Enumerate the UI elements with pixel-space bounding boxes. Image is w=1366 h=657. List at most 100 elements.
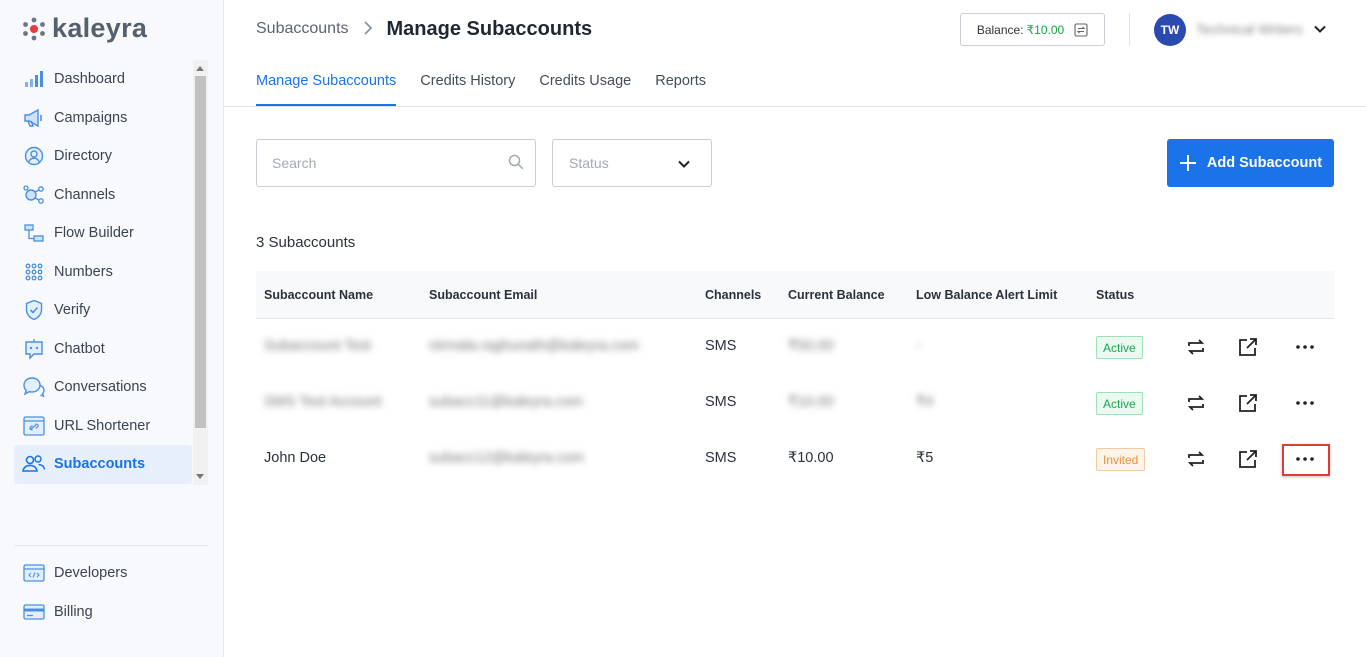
column-header: Subaccount Email: [429, 288, 538, 302]
status-badge: Invited: [1096, 448, 1146, 471]
chevron-down-icon[interactable]: [1312, 21, 1328, 42]
sidebar-item-developers[interactable]: Developers: [14, 554, 192, 593]
dial-pad-icon: [22, 260, 46, 284]
subaccount-email: subacc12@kaleyra.com: [429, 450, 584, 466]
sidebar-item-label: Subaccounts: [54, 456, 146, 473]
column-header: Low Balance Alert Limit: [916, 288, 1058, 302]
table-row[interactable]: Subaccount Test nirmala.raghunath@kaleyr…: [256, 319, 1334, 375]
tab-bar: Manage Subaccounts Credits History Credi…: [256, 66, 730, 106]
tabs-divider: [224, 106, 1366, 107]
sidebar-item-verify[interactable]: Verify: [14, 291, 192, 330]
sidebar-item-channels[interactable]: Channels: [14, 176, 192, 215]
add-subaccount-label: Add Subaccount: [1206, 155, 1323, 171]
low-balance-limit: ₹4: [916, 394, 934, 410]
transfer-credits-icon[interactable]: [1183, 335, 1209, 359]
avatar[interactable]: TW: [1154, 14, 1186, 46]
channels: SMS: [705, 450, 737, 466]
shield-check-icon: [22, 298, 46, 322]
status-badge: Active: [1096, 336, 1143, 359]
table-row[interactable]: SMS Test Account subacc11@kaleyra.com SM…: [256, 375, 1334, 431]
page-title: Manage Subaccounts: [386, 17, 593, 40]
search-input[interactable]: [257, 140, 487, 186]
sidebar-item-campaigns[interactable]: Campaigns: [14, 99, 192, 138]
sidebar-item-chatbot[interactable]: Chatbot: [14, 330, 192, 369]
sidebar-item-label: Billing: [54, 603, 93, 620]
sidebar-item-numbers[interactable]: Numbers: [14, 253, 192, 292]
chatbot-icon: [22, 337, 46, 361]
more-options-icon[interactable]: [1292, 335, 1318, 359]
sidebar-bottom-nav: Developers Billing: [14, 554, 192, 631]
external-link-icon[interactable]: [1235, 391, 1261, 415]
sidebar-item-conversations[interactable]: Conversations: [14, 368, 192, 407]
tab-reports[interactable]: Reports: [655, 66, 706, 106]
chat-bubbles-icon: [22, 375, 46, 399]
subaccounts-table: Subaccount Name Subaccount Email Channel…: [256, 271, 1334, 487]
kaleyra-logo-icon: [23, 17, 45, 40]
sidebar-item-dashboard[interactable]: Dashboard: [14, 60, 192, 99]
current-balance: ₹10.00: [788, 394, 834, 410]
scroll-down-arrow-icon[interactable]: [196, 474, 204, 479]
sidebar-item-label: Verify: [54, 302, 91, 319]
status-badge: Active: [1096, 392, 1143, 415]
low-balance-limit: -: [916, 338, 921, 354]
tab-credits-history[interactable]: Credits History: [420, 66, 515, 106]
subaccount-email: subacc11@kaleyra.com: [429, 394, 583, 410]
column-header: Channels: [705, 288, 762, 302]
channels-icon: [22, 183, 46, 207]
sidebar-item-label: Channels: [54, 186, 116, 203]
sidebar-item-flow-builder[interactable]: Flow Builder: [14, 214, 192, 253]
sidebar-item-label: Campaigns: [54, 109, 128, 126]
flow-icon: [22, 221, 46, 245]
sidebar-item-label: Developers: [54, 565, 128, 582]
low-balance-limit: ₹5: [916, 450, 934, 466]
sidebar-item-label: Dashboard: [54, 71, 125, 88]
brand-name: kaleyra: [52, 13, 148, 43]
sidebar-item-label: Flow Builder: [54, 225, 134, 242]
column-header: Current Balance: [788, 288, 885, 302]
current-balance: ₹50.00: [788, 338, 834, 354]
balance-value: ₹10.00: [1026, 22, 1065, 37]
balance-label: Balance:: [976, 22, 1024, 37]
subaccount-name: Subaccount Test: [264, 338, 371, 354]
header-divider: [1129, 13, 1130, 46]
breadcrumb-parent-link[interactable]: Subaccounts: [256, 20, 349, 38]
transfer-credits-icon[interactable]: [1183, 391, 1209, 415]
scroll-up-arrow-icon[interactable]: [196, 66, 204, 71]
sidebar-item-billing[interactable]: Billing: [14, 593, 192, 632]
sidebar-item-label: Numbers: [54, 263, 113, 280]
sidebar-item-url-shortener[interactable]: URL Shortener: [14, 407, 192, 446]
add-subaccount-button[interactable]: Add Subaccount: [1167, 139, 1334, 187]
status-filter-select[interactable]: Status: [552, 139, 712, 187]
search-icon[interactable]: [508, 154, 524, 175]
plus-icon: [1179, 154, 1197, 172]
balance-button[interactable]: Balance: ₹10.00: [960, 13, 1105, 46]
sidebar-scrollbar[interactable]: [193, 60, 208, 485]
subaccount-name: John Doe: [264, 450, 327, 466]
kaleyra-logo[interactable]: kaleyra: [22, 13, 147, 44]
status-placeholder: Status: [569, 155, 609, 171]
sidebar-divider: [14, 545, 208, 546]
search-box: [256, 139, 536, 187]
tab-manage-subaccounts[interactable]: Manage Subaccounts: [256, 66, 397, 106]
link-icon: [22, 414, 46, 438]
external-link-icon[interactable]: [1235, 447, 1261, 471]
transfer-credits-icon[interactable]: [1183, 447, 1209, 471]
tab-credits-usage[interactable]: Credits Usage: [539, 66, 631, 106]
chevron-down-icon: [677, 157, 691, 176]
user-circle-icon: [22, 144, 46, 168]
sidebar-item-directory[interactable]: Directory: [14, 137, 192, 176]
highlight-box: [1282, 444, 1330, 476]
breadcrumb-chevron-icon: [363, 19, 373, 40]
scrollbar-thumb[interactable]: [195, 76, 206, 428]
table-row[interactable]: John Doe subacc12@kaleyra.com SMS ₹10.00…: [256, 431, 1334, 487]
user-name[interactable]: Technical Writers: [1196, 21, 1302, 37]
external-link-icon[interactable]: [1235, 335, 1261, 359]
subaccount-count: 3 Subaccounts: [256, 234, 356, 251]
more-options-icon[interactable]: [1292, 391, 1318, 415]
users-icon: [22, 452, 46, 476]
bar-chart-icon: [22, 67, 46, 91]
subaccount-name: SMS Test Account: [264, 394, 382, 410]
refresh-balance-icon[interactable]: [1074, 22, 1088, 37]
column-header: Status: [1096, 288, 1135, 302]
sidebar-item-subaccounts[interactable]: Subaccounts: [14, 445, 192, 484]
